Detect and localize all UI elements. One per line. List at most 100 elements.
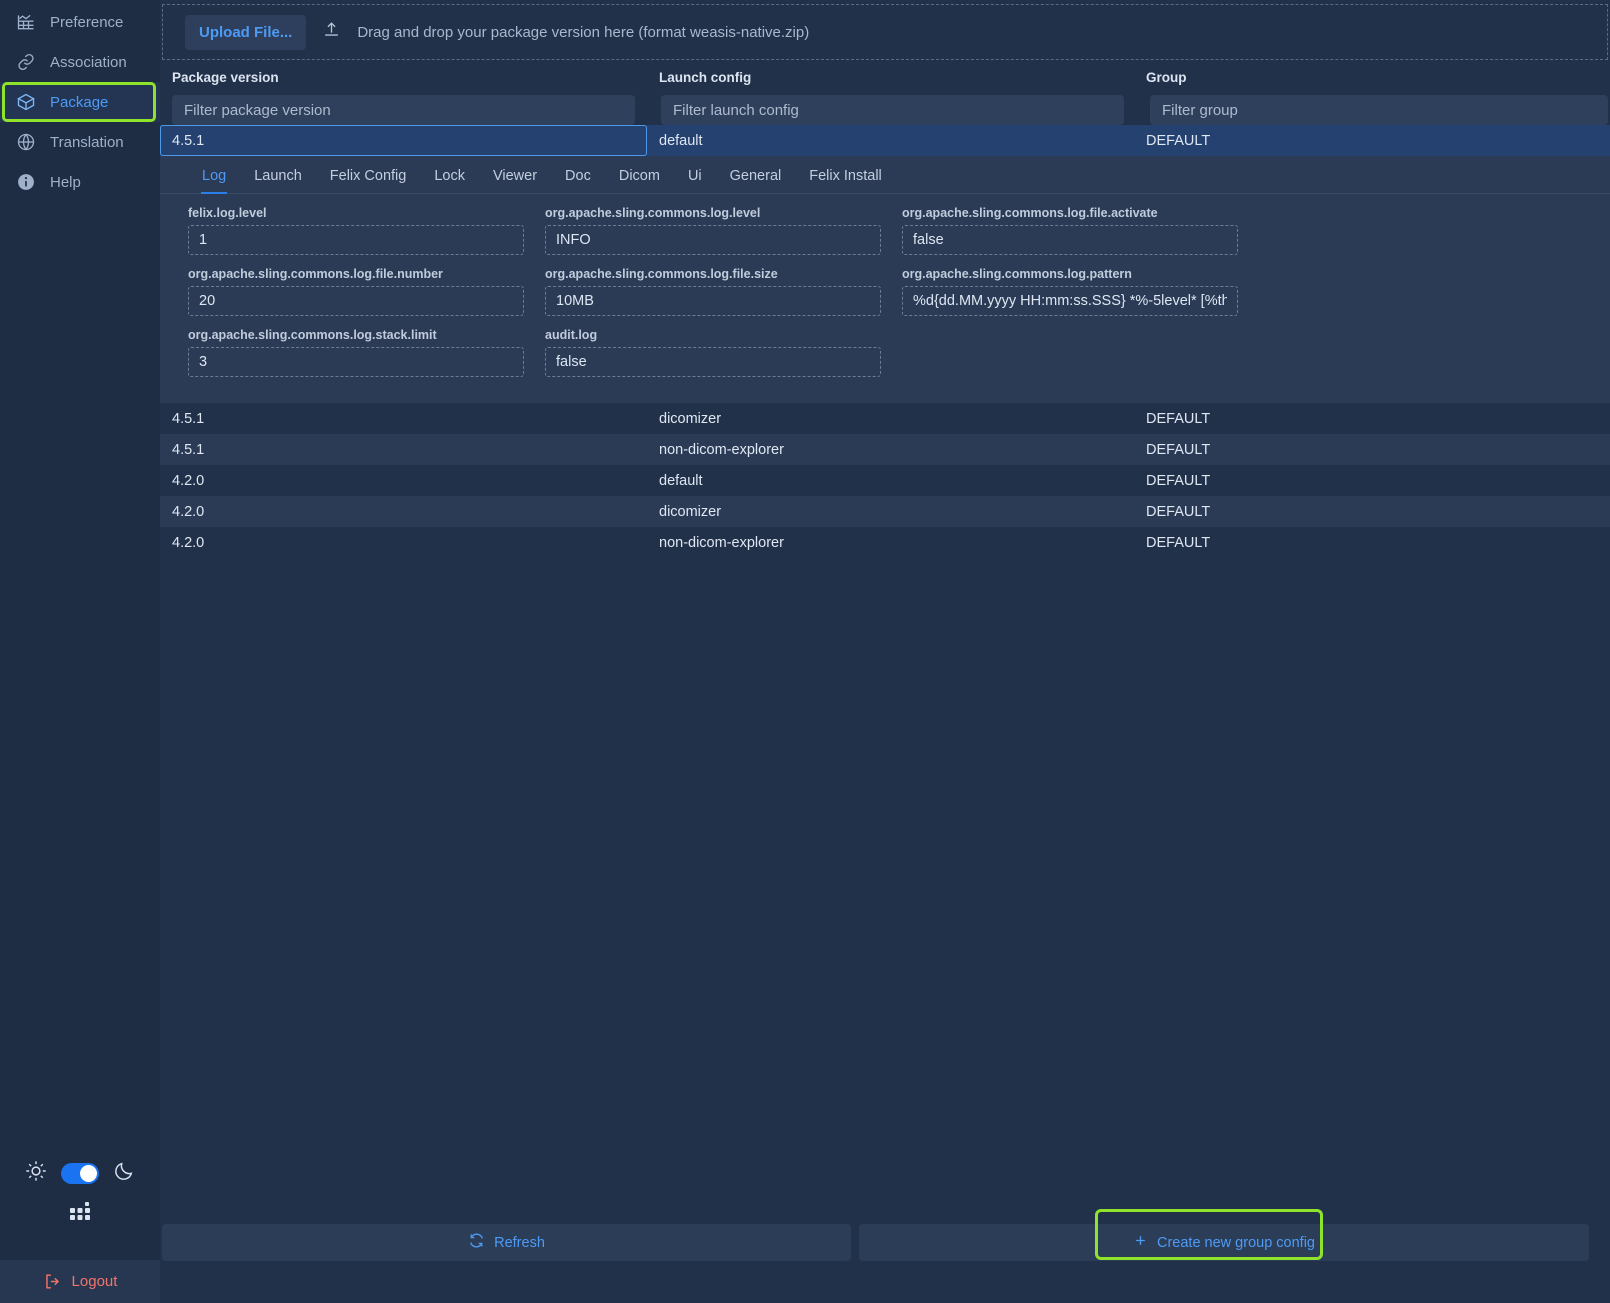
config-field-label: org.apache.sling.commons.log.file.activa… (902, 206, 1158, 220)
config-field-label: org.apache.sling.commons.log.level (545, 206, 761, 220)
sidebar-item-help[interactable]: Help (0, 162, 160, 202)
dropzone-hint: Drag and drop your package version here … (357, 23, 810, 41)
tab-log[interactable]: Log (188, 168, 240, 194)
refresh-label: Refresh (494, 1234, 545, 1251)
config-field-input[interactable] (902, 286, 1238, 316)
config-field-input[interactable] (545, 286, 881, 316)
sidebar-nav: Preference Association Package Translation H… (0, 0, 160, 202)
cell-group: DEFAULT (1146, 472, 1211, 489)
logout-icon (45, 1274, 59, 1289)
cell-group: DEFAULT (1146, 441, 1211, 458)
config-field-input[interactable] (545, 347, 881, 377)
logout-button[interactable]: Logout (0, 1260, 160, 1303)
tab-dicom[interactable]: Dicom (605, 168, 674, 193)
refresh-button[interactable]: Refresh (162, 1224, 851, 1261)
table-row[interactable]: 4.5.1 non-dicom-explorer DEFAULT (160, 434, 1610, 465)
sidebar-item-label: Association (50, 53, 127, 71)
sidebar-item-association[interactable]: Association (0, 42, 160, 82)
config-field: audit.log (545, 328, 902, 377)
config-field-label: org.apache.sling.commons.log.file.size (545, 267, 778, 281)
cell-package-version: 4.5.1 (172, 410, 205, 427)
config-field-label: felix.log.level (188, 206, 267, 220)
table-row[interactable]: 4.2.0 dicomizer DEFAULT (160, 496, 1610, 527)
table-row-selected[interactable]: 4.5.1 default DEFAULT (160, 125, 1610, 156)
refresh-icon (468, 1232, 485, 1253)
main-content: Upload File... Drag and drop your packag… (160, 0, 1610, 1303)
app-root: Preference Association Package Translation H… (0, 0, 1610, 1303)
column-header-package-version: Package version (172, 70, 279, 85)
config-field-grid: felix.log.level org.apache.sling.commons.… (160, 194, 1610, 389)
config-field: org.apache.sling.commons.log.file.size (545, 267, 902, 316)
sidebar-item-label: Package (50, 93, 109, 111)
config-field-input[interactable] (902, 225, 1238, 255)
bottom-bar-spacer (1597, 1224, 1608, 1261)
tab-felix-install[interactable]: Felix Install (795, 168, 896, 193)
tab-launch[interactable]: Launch (240, 168, 316, 193)
config-field: org.apache.sling.commons.log.level (545, 206, 902, 255)
table-rows: 4.5.1 dicomizer DEFAULT 4.5.1 non-dicom-expl… (160, 403, 1610, 558)
cell-group: DEFAULT (1146, 410, 1211, 427)
sidebar-item-label: Preference (50, 13, 124, 31)
grid-apps-icon (70, 1202, 90, 1220)
config-field-input[interactable] (188, 347, 524, 377)
tab-lock[interactable]: Lock (420, 168, 479, 193)
link-icon (15, 51, 37, 73)
tab-felix-config[interactable]: Felix Config (316, 168, 421, 193)
cell-launch-config: dicomizer (659, 503, 722, 520)
package-box-icon (15, 91, 37, 113)
create-label: Create new group config (1157, 1234, 1315, 1251)
tab-ui[interactable]: Ui (674, 168, 716, 193)
cell-group: DEFAULT (1146, 503, 1211, 520)
cell-launch-config: default (659, 132, 703, 149)
bottom-action-bar: Refresh Create new group config (162, 1209, 1608, 1261)
column-header-launch-config: Launch config (659, 70, 752, 85)
theme-switcher (0, 1160, 160, 1187)
cell-package-version: 4.2.0 (172, 534, 205, 551)
filter-package-version-input[interactable] (172, 95, 635, 125)
config-field-label: org.apache.sling.commons.log.stack.limit (188, 328, 437, 342)
config-tabbar: Log Launch Felix Config Lock Viewer Doc Dicom U… (160, 156, 1610, 194)
config-field-input[interactable] (188, 286, 524, 316)
tab-doc[interactable]: Doc (551, 168, 605, 193)
table-row[interactable]: 4.2.0 non-dicom-explorer DEFAULT (160, 527, 1610, 558)
cell-package-version: 4.5.1 (172, 441, 205, 458)
config-field-input[interactable] (188, 225, 524, 255)
theme-toggle[interactable] (61, 1163, 99, 1184)
config-field: org.apache.sling.commons.log.file.activa… (902, 206, 1259, 255)
sidebar-item-package[interactable]: Package (0, 82, 160, 122)
config-field: org.apache.sling.commons.log.file.number (188, 267, 545, 316)
cell-group: DEFAULT (1146, 534, 1211, 551)
sidebar-item-translation[interactable]: Translation (0, 122, 160, 162)
table-row[interactable]: 4.5.1 dicomizer DEFAULT (160, 403, 1610, 434)
filter-launch-config-input[interactable] (661, 95, 1124, 125)
plus-icon (1133, 1233, 1148, 1252)
upload-dropzone[interactable]: Upload File... Drag and drop your packag… (162, 4, 1608, 60)
config-field: org.apache.sling.commons.log.stack.limit (188, 328, 545, 377)
config-field-input[interactable] (545, 225, 881, 255)
logout-label: Logout (71, 1273, 118, 1290)
cell-package-version: 4.5.1 (172, 132, 205, 149)
info-circle-icon (15, 171, 37, 193)
cell-package-version: 4.2.0 (172, 472, 205, 489)
config-field-label: audit.log (545, 328, 598, 342)
config-field-label: org.apache.sling.commons.log.pattern (902, 267, 1132, 281)
moon-icon[interactable] (113, 1160, 135, 1187)
sun-icon[interactable] (25, 1160, 47, 1187)
filter-group-input[interactable] (1150, 95, 1608, 125)
cell-launch-config: default (659, 472, 703, 489)
sidebar: Preference Association Package Translation H… (0, 0, 160, 1303)
upload-file-button[interactable]: Upload File... (185, 14, 307, 50)
table-row[interactable]: 4.2.0 default DEFAULT (160, 465, 1610, 496)
cell-launch-config: non-dicom-explorer (659, 534, 784, 551)
upload-icon (322, 20, 341, 44)
create-new-group-config-button[interactable]: Create new group config (859, 1209, 1589, 1261)
cell-package-version: 4.2.0 (172, 503, 205, 520)
cell-launch-config: dicomizer (659, 410, 722, 427)
apps-grid-button[interactable] (0, 1200, 160, 1226)
tab-viewer[interactable]: Viewer (479, 168, 551, 193)
cell-group: DEFAULT (1146, 132, 1211, 149)
sidebar-item-preference[interactable]: Preference (0, 2, 160, 42)
cell-launch-config: non-dicom-explorer (659, 441, 784, 458)
config-field-label: org.apache.sling.commons.log.file.number (188, 267, 443, 281)
tab-general[interactable]: General (716, 168, 796, 193)
